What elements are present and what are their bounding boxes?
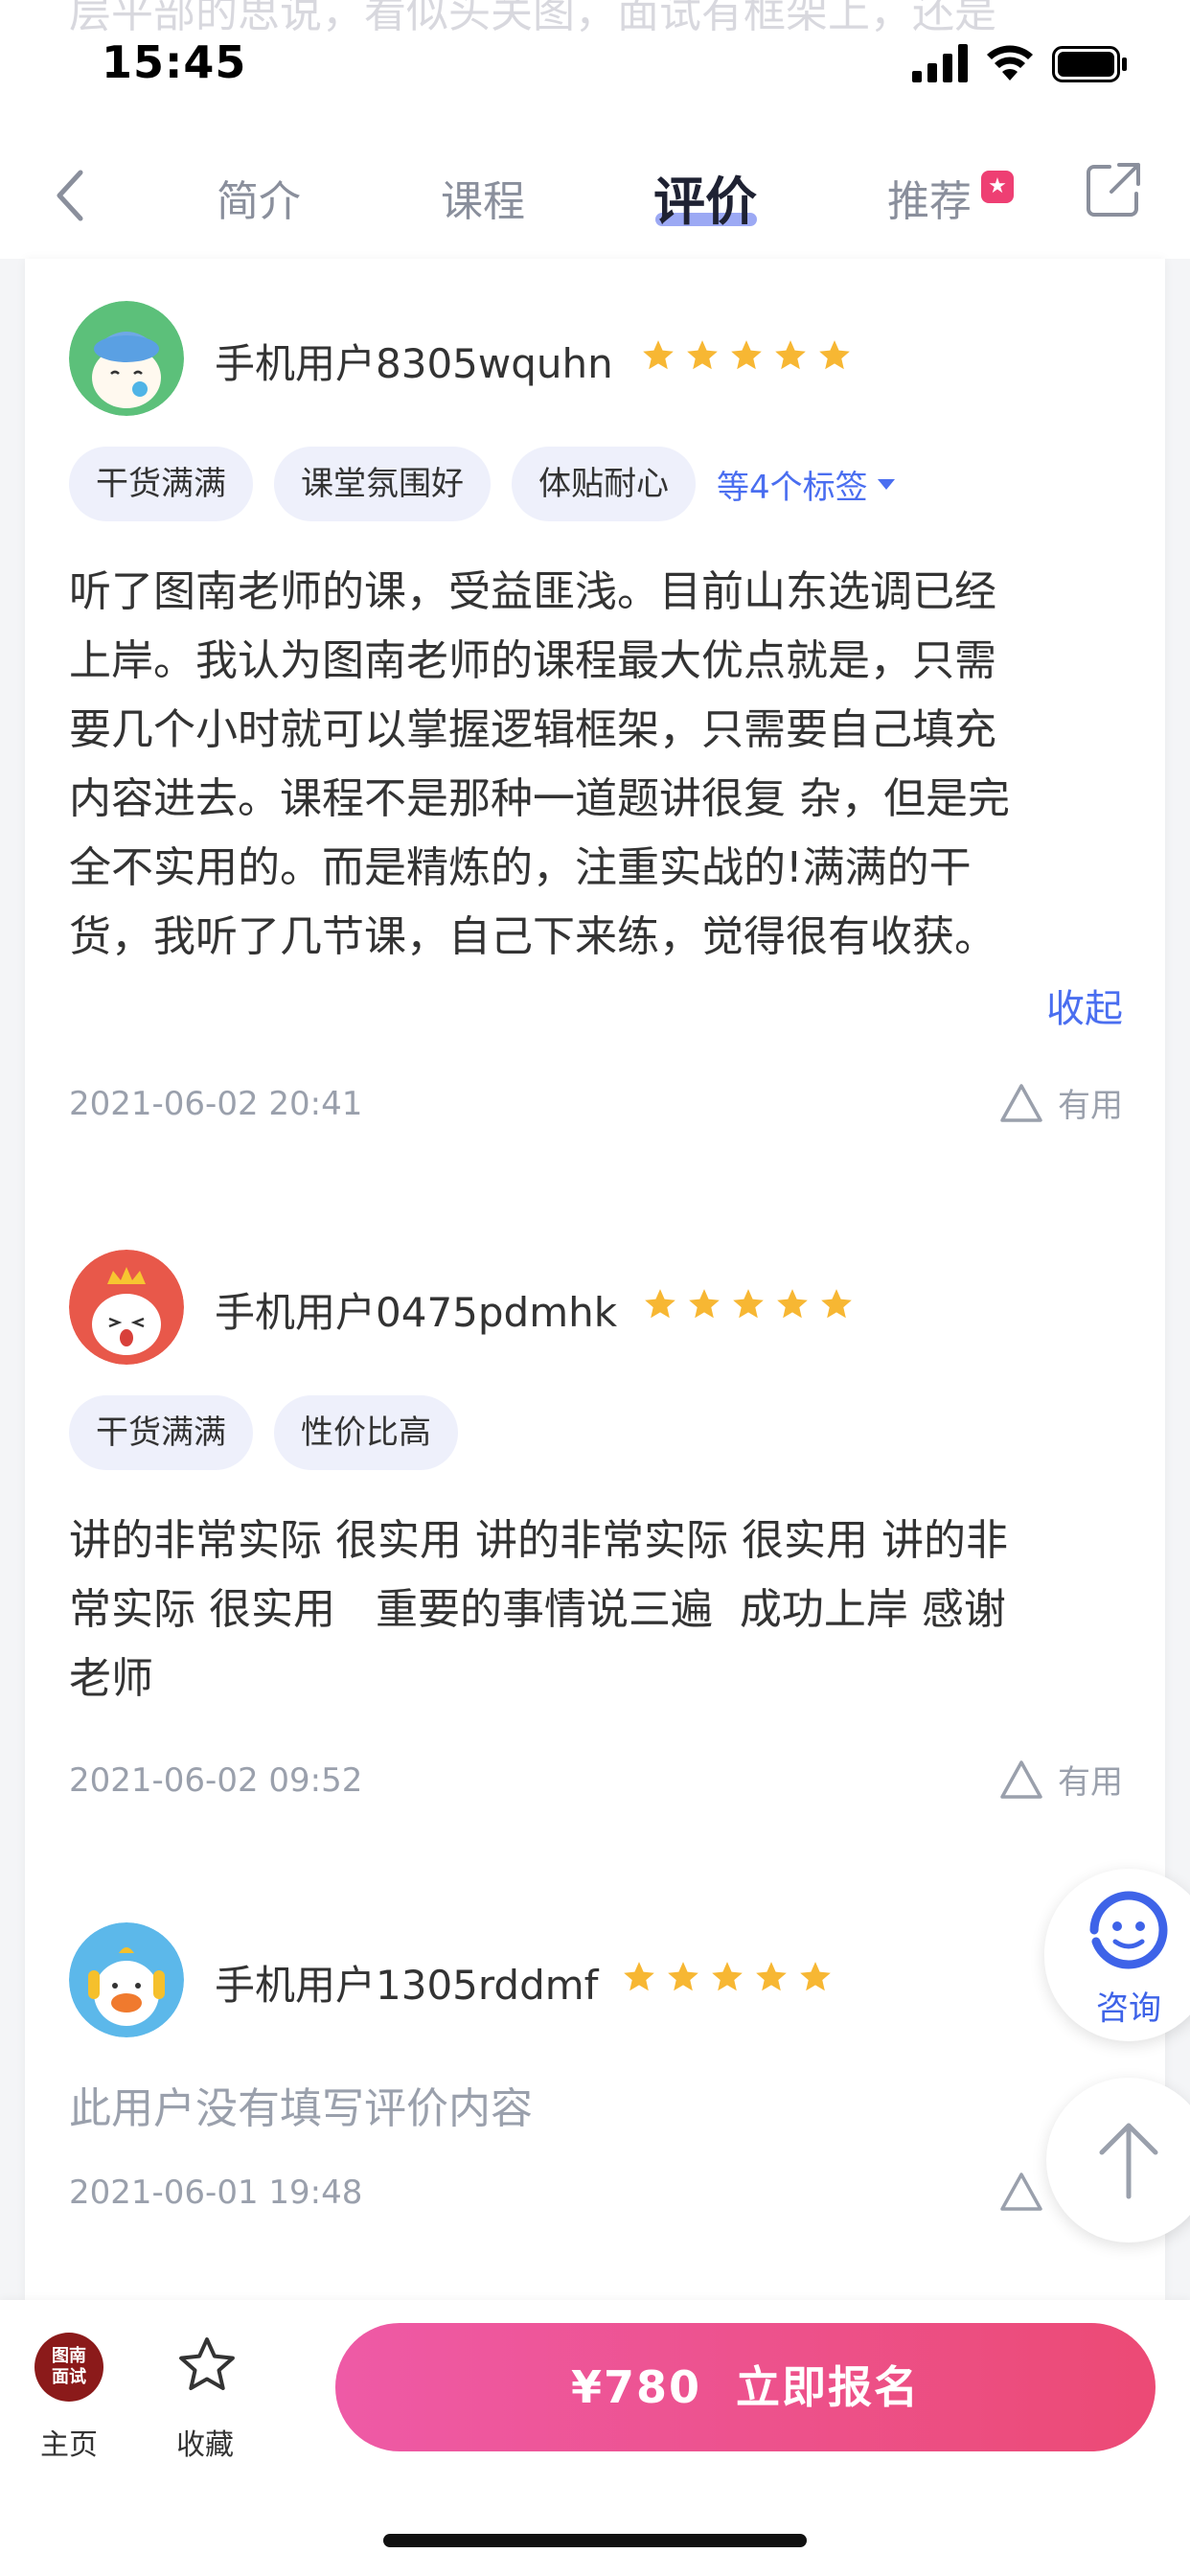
home-label[interactable]: 主页 bbox=[40, 2421, 98, 2463]
triangle-useful-icon bbox=[1000, 1083, 1042, 1122]
review-text-line: 讲的非常实际 很实用 讲的非常实际 很实用 讲的非 bbox=[69, 1516, 1008, 1565]
review-username: 手机用户8305wquhn bbox=[215, 340, 613, 387]
tab-intro[interactable]: 简介 bbox=[217, 167, 301, 228]
review-text-line: 要几个小时就可以掌握逻辑框架，只需要自己填充 bbox=[69, 705, 996, 754]
review-text: 讲的非常实际 很实用 讲的非常实际 很实用 讲的非 常实际 很实用 重要的事情说… bbox=[69, 1506, 1123, 1714]
star-icon bbox=[819, 340, 850, 370]
duck-avatar-icon bbox=[69, 1922, 184, 2037]
useful-button[interactable]: 有用 bbox=[998, 1079, 1123, 1126]
review-text-line: 上岸。我认为图南老师的课程最大优点就是，只需 bbox=[69, 636, 996, 685]
review-item: 手机用户1305rddmf 此用户没有填写评价内容 2021-06-01 19:… bbox=[69, 1922, 1123, 2229]
star-icon bbox=[775, 340, 806, 370]
enroll-button[interactable]: ¥780 立即报名 bbox=[335, 2323, 1156, 2451]
useful-label: 有用 bbox=[1058, 1087, 1123, 1125]
star-icon bbox=[777, 1289, 808, 1319]
avatar[interactable] bbox=[69, 301, 184, 416]
rating-stars bbox=[621, 1959, 834, 1995]
avatar[interactable] bbox=[69, 1250, 184, 1365]
star-icon bbox=[731, 340, 762, 370]
caret-down-icon bbox=[877, 479, 895, 490]
star-icon bbox=[689, 1289, 720, 1319]
share-icon[interactable] bbox=[1085, 161, 1142, 218]
consult-button[interactable]: 咨询 bbox=[1044, 1869, 1190, 2041]
review-tags: 干货满满 性价比高 bbox=[69, 1395, 458, 1470]
star-icon bbox=[624, 1962, 654, 1991]
review-tags: 干货满满 课堂氛围好 体贴耐心 等4个标签 bbox=[69, 447, 897, 521]
status-time: 15:45 bbox=[102, 36, 247, 88]
star-icon bbox=[800, 1962, 831, 1991]
triangle-useful-icon bbox=[1000, 2172, 1042, 2211]
tab-nav-bar: 简介 课程 评价 推荐 ★ bbox=[0, 144, 1190, 259]
review-item: 手机用户8305wquhn 干货满满 课堂氛围好 体贴耐心 等4个标签 听了图南… bbox=[69, 301, 1123, 1144]
wifi-icon bbox=[987, 45, 1033, 80]
tag-chip: 干货满满 bbox=[69, 1395, 253, 1470]
tab-courses[interactable]: 课程 bbox=[441, 167, 525, 228]
star-icon bbox=[712, 1962, 743, 1991]
review-date: 2021-06-02 20:41 bbox=[69, 1085, 363, 1123]
review-text: 听了图南老师的课，受益匪浅。目前山东选调已经 上岸。我认为图南老师的课程最大优点… bbox=[69, 558, 1123, 972]
review-text-line: 老师 bbox=[69, 1654, 153, 1703]
review-text-line: 内容进去。课程不是那种一道题讲很复 杂，但是完 bbox=[69, 774, 1010, 823]
battery-icon bbox=[1052, 46, 1127, 82]
back-arrow-icon[interactable] bbox=[50, 165, 92, 226]
star-icon bbox=[821, 1289, 852, 1319]
tag-chip: 课堂氛围好 bbox=[274, 447, 491, 521]
review-username: 手机用户0475pdmhk bbox=[215, 1289, 618, 1336]
triangle-useful-icon bbox=[1000, 1760, 1042, 1799]
home-logo-icon[interactable]: 图南 面试 bbox=[34, 2333, 103, 2402]
consult-label: 咨询 bbox=[1096, 1990, 1161, 2028]
home-indicator bbox=[383, 2534, 807, 2547]
logo-text-line: 面试 bbox=[52, 2367, 86, 2387]
cellular-signal-icon bbox=[912, 44, 968, 82]
status-bar: 15:45 bbox=[0, 0, 1190, 134]
rating-stars bbox=[642, 1286, 855, 1322]
more-tags-toggle[interactable]: 等4个标签 bbox=[717, 461, 897, 508]
review-text-line: 货，我听了几节课，自己下来练，觉得很有收获。 bbox=[69, 912, 996, 961]
tag-chip: 干货满满 bbox=[69, 447, 253, 521]
tab-recommend[interactable]: 推荐 bbox=[887, 167, 972, 228]
customer-service-icon bbox=[1089, 1891, 1168, 1969]
cat-avatar-icon bbox=[69, 1250, 184, 1365]
recommend-badge-icon: ★ bbox=[981, 171, 1014, 203]
star-outline-icon[interactable] bbox=[174, 2333, 240, 2398]
star-icon bbox=[687, 340, 718, 370]
review-username: 手机用户1305rddmf bbox=[215, 1962, 599, 2009]
arrow-up-icon bbox=[1099, 2123, 1158, 2199]
tab-reviews[interactable]: 评价 bbox=[653, 159, 757, 235]
star-icon bbox=[668, 1962, 698, 1991]
favorite-label[interactable]: 收藏 bbox=[176, 2421, 234, 2463]
useful-label: 有用 bbox=[1058, 1763, 1123, 1802]
collapse-link[interactable]: 收起 bbox=[1046, 978, 1123, 1033]
useful-button[interactable]: 有用 bbox=[998, 1756, 1123, 1803]
star-icon bbox=[645, 1289, 675, 1319]
avatar[interactable] bbox=[69, 1922, 184, 2037]
review-text-line: 常实际 很实用 重要的事情说三遍 成功上岸 感谢 bbox=[69, 1585, 1006, 1634]
cat-avatar-icon bbox=[69, 301, 184, 416]
review-date: 2021-06-01 19:48 bbox=[69, 2174, 363, 2212]
review-text-line: 听了图南老师的课，受益匪浅。目前山东选调已经 bbox=[69, 567, 996, 616]
page-gutter-left bbox=[0, 259, 25, 2300]
star-icon bbox=[643, 340, 674, 370]
review-item: 手机用户0475pdmhk 干货满满 性价比高 讲的非常实际 很实用 讲的非常实… bbox=[69, 1250, 1123, 1806]
rating-stars bbox=[640, 337, 853, 374]
tag-chip: 性价比高 bbox=[274, 1395, 458, 1470]
review-date: 2021-06-02 09:52 bbox=[69, 1761, 363, 1800]
empty-review-text: 此用户没有填写评价内容 bbox=[69, 2084, 533, 2133]
more-tags-label: 等4个标签 bbox=[717, 468, 868, 507]
logo-text-line: 图南 bbox=[52, 2346, 86, 2366]
review-text-line: 全不实用的。而是精炼的，注重实战的!满满的干 bbox=[69, 843, 972, 892]
star-icon bbox=[756, 1962, 787, 1991]
star-icon bbox=[733, 1289, 764, 1319]
tag-chip: 体贴耐心 bbox=[512, 447, 696, 521]
